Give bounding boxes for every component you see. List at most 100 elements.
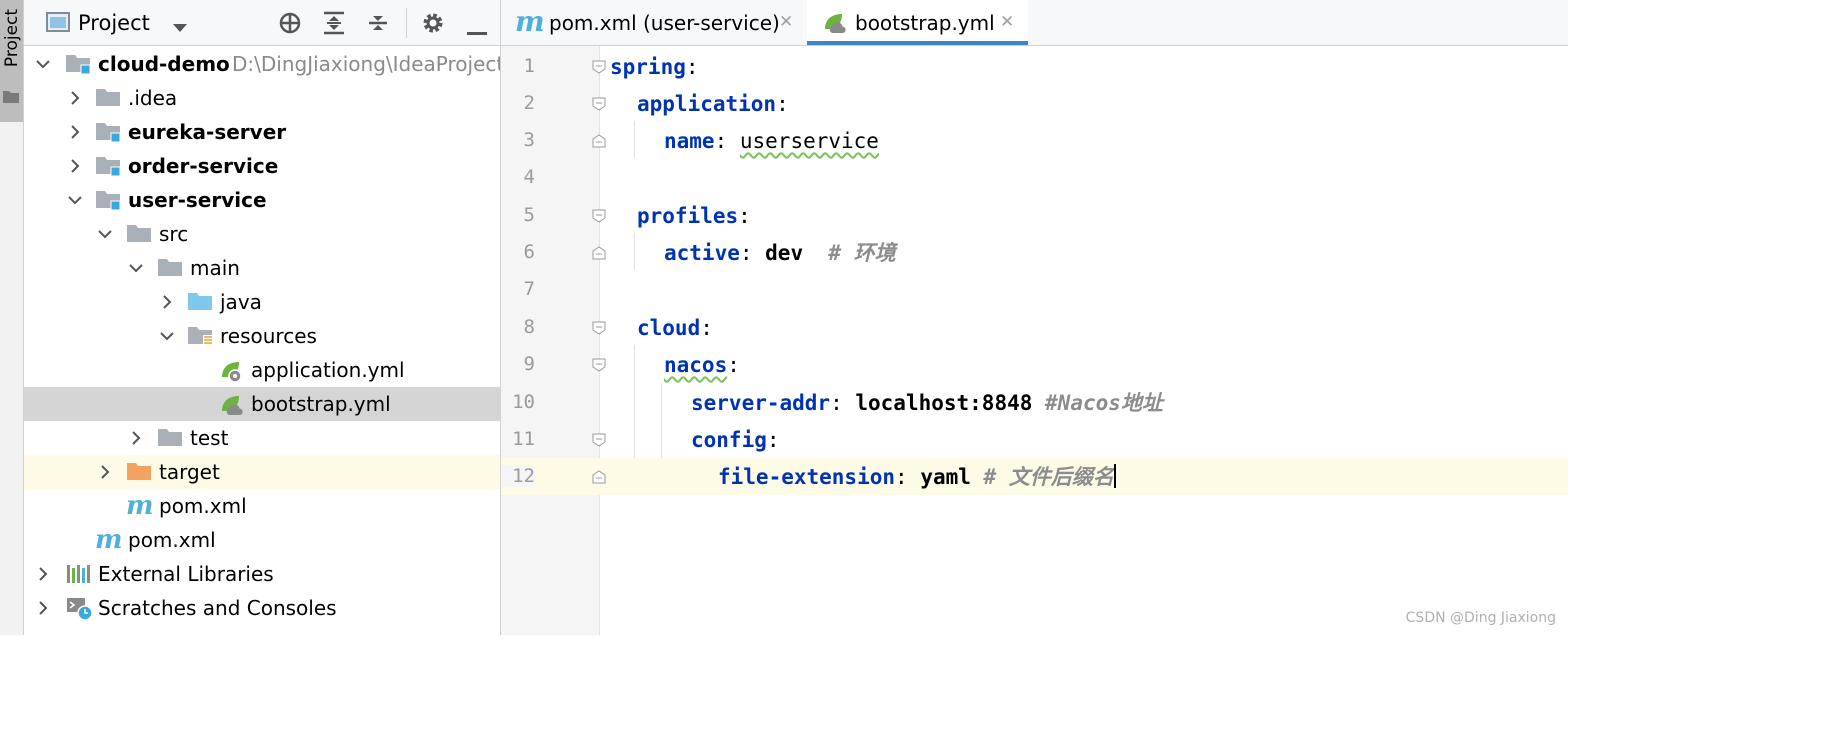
fold-open-icon[interactable] <box>592 208 606 227</box>
code-text: config: <box>691 427 780 453</box>
library-icon <box>66 563 92 589</box>
yaml-key: file-extension <box>718 465 896 489</box>
code-editor[interactable]: 1 spring: 2 application: 3 name: userser… <box>501 46 1568 635</box>
module-folder-icon <box>96 121 122 147</box>
folder-icon <box>127 223 153 249</box>
line-number: 6 <box>523 241 535 263</box>
tree-item-external-libraries[interactable]: External Libraries <box>24 557 500 591</box>
yaml-value: dev <box>765 241 804 265</box>
chevron-down-icon[interactable] <box>68 192 82 206</box>
yaml-key: server-addr <box>691 391 831 415</box>
yaml-comment: # 环境 <box>803 241 896 265</box>
line-number: 11 <box>512 428 535 450</box>
yaml-separator: : <box>727 353 740 377</box>
tree-item-label: External Libraries <box>98 562 274 586</box>
tree-item-idea[interactable]: .idea <box>24 81 500 115</box>
chevron-right-icon[interactable] <box>36 566 50 581</box>
tree-item-cloud-demo[interactable]: cloud-demo D:\DingJiaxiong\IdeaProject <box>24 47 500 81</box>
tree-item-pom-xml[interactable]: m pom.xml <box>24 489 500 523</box>
close-icon[interactable]: ✕ <box>1000 12 1014 32</box>
yaml-key: cloud <box>637 316 701 340</box>
folder-icon <box>96 87 122 113</box>
project-panel-title[interactable]: Project <box>78 10 150 36</box>
tree-item-order-service[interactable]: order-service <box>24 149 500 183</box>
excluded-folder-icon <box>127 461 153 487</box>
chevron-right-icon[interactable] <box>98 464 112 479</box>
tree-item-label: target <box>159 460 220 484</box>
tree-item-scratches-and-consoles[interactable]: Scratches and Consoles <box>24 591 500 625</box>
tab-label: bootstrap.yml <box>855 11 995 35</box>
yaml-comment: #Nacos地址 <box>1032 391 1163 415</box>
tree-item-target[interactable]: target <box>24 455 500 489</box>
collapse-all-icon[interactable] <box>366 11 390 39</box>
chevron-right-icon[interactable] <box>68 158 82 173</box>
gear-icon[interactable] <box>421 11 445 39</box>
line-number: 9 <box>523 353 535 375</box>
project-panel-header: Project <box>24 0 500 46</box>
tree-item-label: java <box>220 290 262 314</box>
tree-item-bootstrap-yml[interactable]: bootstrap.yml <box>24 387 500 421</box>
project-tool-tab-label: Project <box>2 8 22 68</box>
module-folder-icon <box>66 53 92 79</box>
text-caret <box>1113 464 1116 488</box>
line-number: 3 <box>523 129 535 151</box>
tree-item-label: resources <box>220 324 317 348</box>
fold-close-icon[interactable] <box>592 133 606 152</box>
tree-item-label: .idea <box>128 86 178 110</box>
yaml-separator: : <box>766 428 780 452</box>
tree-item-root-pom-xml[interactable]: m pom.xml <box>24 523 500 557</box>
tab-pom-xml-user-service[interactable]: m pom.xml (user-service) ✕ <box>501 0 806 45</box>
tree-item-application-yml[interactable]: application.yml <box>24 353 500 387</box>
chevron-down-icon[interactable] <box>172 18 188 37</box>
code-text: server-addr: localhost:8848 #Nacos地址 <box>691 390 1163 416</box>
code-line: 1 spring: <box>501 48 1568 85</box>
minimize-icon[interactable] <box>467 21 487 40</box>
tree-item-test[interactable]: test <box>24 421 500 455</box>
chevron-down-icon[interactable] <box>129 260 143 274</box>
yaml-value: userservice <box>739 129 879 153</box>
fold-open-icon[interactable] <box>592 432 606 451</box>
tab-bootstrap-yml[interactable]: bootstrap.yml ✕ <box>807 0 1028 45</box>
locate-target-icon[interactable] <box>278 11 302 39</box>
line-number: 5 <box>523 204 535 226</box>
tree-item-label: pom.xml <box>159 494 247 518</box>
fold-open-icon[interactable] <box>592 357 606 376</box>
chevron-down-icon[interactable] <box>98 226 112 240</box>
yaml-separator: : <box>776 92 789 116</box>
code-line: 8 cloud: <box>501 309 1568 346</box>
chevron-right-icon[interactable] <box>129 430 143 445</box>
spring-cloud-icon <box>219 393 245 421</box>
chevron-down-icon[interactable] <box>160 328 174 342</box>
fold-open-icon[interactable] <box>592 96 606 115</box>
chevron-right-icon[interactable] <box>36 600 50 615</box>
chevron-down-icon[interactable] <box>36 56 50 70</box>
code-text: profiles: <box>637 203 751 229</box>
close-icon[interactable]: ✕ <box>779 12 793 32</box>
chevron-right-icon[interactable] <box>160 294 174 309</box>
fold-open-icon[interactable] <box>592 320 606 339</box>
code-text: active: dev # 环境 <box>664 240 896 266</box>
maven-icon: m <box>95 525 123 555</box>
tree-item-user-service[interactable]: user-service <box>24 183 500 217</box>
fold-open-icon[interactable] <box>592 59 606 78</box>
chevron-right-icon[interactable] <box>68 124 82 139</box>
editor-tab-bar: m pom.xml (user-service) ✕ bootstrap.yml… <box>501 0 1568 46</box>
folder-icon <box>158 257 184 283</box>
expand-all-icon[interactable] <box>322 11 346 39</box>
tree-item-label: cloud-demo <box>98 52 230 76</box>
tree-item-eureka-server[interactable]: eureka-server <box>24 115 500 149</box>
fold-close-icon[interactable] <box>592 469 606 488</box>
project-tool-tab[interactable]: Project <box>0 0 23 122</box>
tree-item-resources[interactable]: resources <box>24 319 500 353</box>
active-tab-indicator <box>807 41 1028 45</box>
code-line-current: 12 file-extension: yaml # 文件后缀名 <box>501 458 1568 495</box>
fold-close-icon[interactable] <box>592 245 606 264</box>
tree-item-main[interactable]: main <box>24 251 500 285</box>
tree-item-src[interactable]: src <box>24 217 500 251</box>
chevron-right-icon[interactable] <box>68 90 82 105</box>
tree-item-java[interactable]: java <box>24 285 500 319</box>
yaml-key: active <box>664 241 740 265</box>
yaml-key: config <box>691 428 767 452</box>
tree-item-label: Scratches and Consoles <box>98 596 337 620</box>
code-line: 6 active: dev # 环境 <box>501 234 1568 271</box>
